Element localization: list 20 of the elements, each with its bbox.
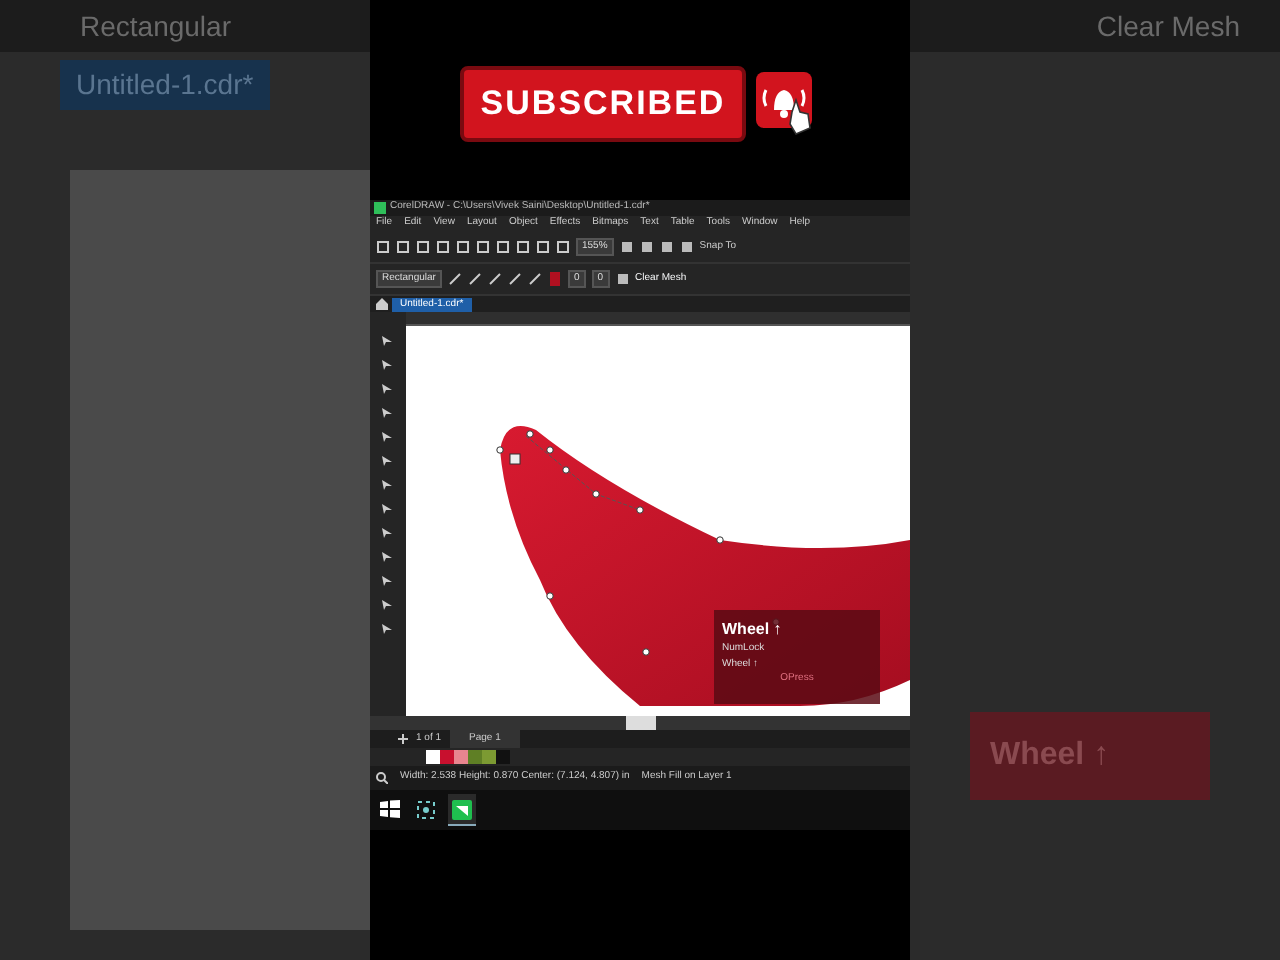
zoom-icon (376, 772, 388, 784)
color-swatch[interactable] (454, 750, 468, 764)
backdrop-text: Rectangular (80, 7, 231, 46)
scroll-thumb[interactable] (625, 716, 655, 730)
color-swatch[interactable] (426, 750, 440, 764)
screen-capture-icon[interactable] (416, 799, 436, 819)
app-logo-icon (374, 202, 386, 214)
home-icon[interactable] (376, 298, 388, 310)
color-swatch[interactable] (496, 750, 510, 764)
color-swatch[interactable] (440, 750, 454, 764)
color-swatch[interactable] (482, 750, 496, 764)
add-page-icon[interactable] (398, 734, 408, 744)
windows-logo-icon[interactable] (380, 799, 400, 819)
key-label: Wheel ↑ (722, 618, 784, 642)
subscribed-badge: SUBSCRIBED (460, 66, 746, 142)
app-logo-icon[interactable] (452, 799, 472, 819)
property-icon[interactable] (615, 272, 630, 286)
color-swatch-icon[interactable] (547, 272, 562, 286)
backdrop-text: Clear Mesh (1096, 7, 1240, 45)
color-swatch[interactable] (468, 750, 482, 764)
